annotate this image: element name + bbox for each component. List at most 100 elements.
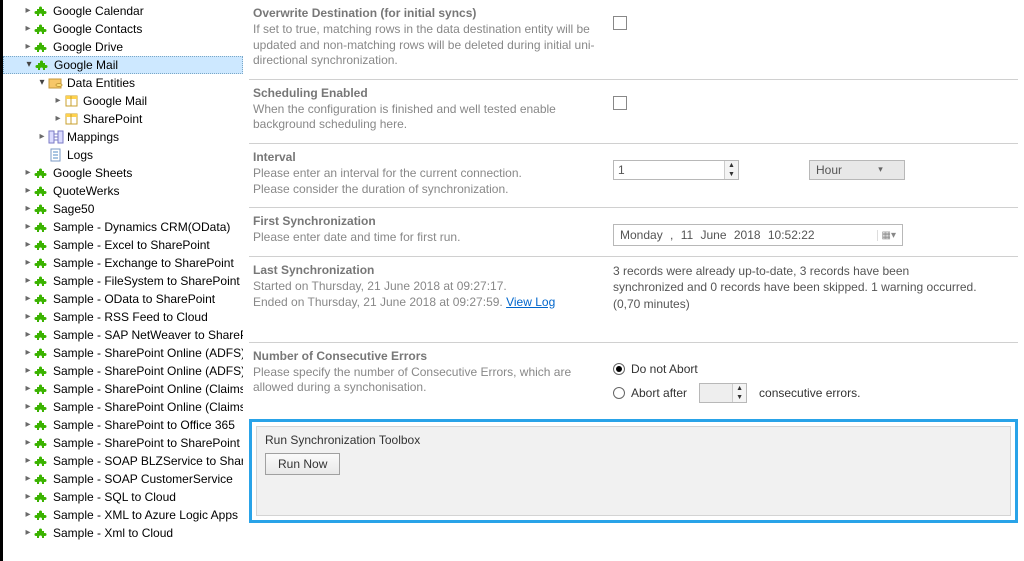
puzzle-icon (33, 237, 51, 253)
puzzle-icon (33, 525, 51, 541)
chevron-right-icon[interactable] (23, 186, 33, 196)
abort-after-field[interactable] (700, 384, 732, 402)
chevron-right-icon[interactable] (23, 6, 33, 16)
radio-icon[interactable] (613, 387, 625, 399)
interval-unit-select[interactable]: Hour ▾ (809, 160, 905, 180)
chevron-right-icon[interactable] (53, 114, 63, 124)
node-label: Sample - Exchange to SharePoint (51, 256, 234, 270)
section-title: First Synchronization (253, 214, 613, 228)
node-sample[interactable]: Sample - SharePoint Online (ADFS) (3, 344, 243, 362)
node-label: Sample - SharePoint to SharePoint (51, 436, 240, 450)
chevron-right-icon[interactable] (23, 276, 33, 286)
interval-value-input[interactable]: ▲▼ (613, 160, 739, 180)
view-log-link[interactable]: View Log (506, 295, 555, 309)
node-sample[interactable]: Sample - Excel to SharePoint (3, 236, 243, 254)
section-overwrite: Overwrite Destination (for initial syncs… (249, 0, 1018, 79)
node-label: Sample - RSS Feed to Cloud (51, 310, 208, 324)
chevron-right-icon[interactable] (23, 258, 33, 268)
chevron-right-icon[interactable] (23, 528, 33, 538)
node-sample[interactable]: Sample - SharePoint Online (Claims) (3, 380, 243, 398)
node-logs[interactable]: Logs (3, 146, 243, 164)
chevron-down-icon[interactable] (37, 78, 47, 88)
interval-value-field[interactable] (614, 161, 724, 179)
node-sample[interactable]: Sample - SharePoint to Office 365 (3, 416, 243, 434)
node-label: Sample - SharePoint to Office 365 (51, 418, 235, 432)
chevron-right-icon[interactable] (23, 402, 33, 412)
node-google-contacts[interactable]: Google Contacts (3, 20, 243, 38)
node-google-calendar[interactable]: Google Calendar (3, 2, 243, 20)
radio-icon[interactable] (613, 363, 625, 375)
node-label: QuoteWerks (51, 184, 119, 198)
node-google-drive[interactable]: Google Drive (3, 38, 243, 56)
node-label: Mappings (65, 130, 119, 144)
chevron-right-icon[interactable] (23, 168, 33, 178)
overwrite-checkbox[interactable] (613, 16, 627, 30)
node-sample[interactable]: Sample - SharePoint Online (ADFS) (3, 362, 243, 380)
node-google-sheets[interactable]: Google Sheets (3, 164, 243, 182)
node-sample[interactable]: Sample - RSS Feed to Cloud (3, 308, 243, 326)
toolbox-title: Run Synchronization Toolbox (265, 433, 1002, 447)
node-sample[interactable]: Sample - SOAP BLZService to SharePoint (3, 452, 243, 470)
node-sample[interactable]: Sample - XML to Azure Logic Apps (3, 506, 243, 524)
node-entity-sharepoint[interactable]: SharePoint (3, 110, 243, 128)
node-sample[interactable]: Sample - Exchange to SharePoint (3, 254, 243, 272)
chevron-right-icon[interactable] (23, 24, 33, 34)
node-mappings[interactable]: Mappings (3, 128, 243, 146)
radio-do-not-abort[interactable]: Do not Abort (613, 359, 698, 379)
chevron-right-icon[interactable] (23, 240, 33, 250)
chevron-right-icon[interactable] (23, 366, 33, 376)
node-sage50[interactable]: Sage50 (3, 200, 243, 218)
node-quotewerks[interactable]: QuoteWerks (3, 182, 243, 200)
chevron-right-icon[interactable] (23, 222, 33, 232)
chevron-right-icon[interactable] (53, 96, 63, 106)
node-sample[interactable]: Sample - SAP NetWeaver to SharePoint (3, 326, 243, 344)
spinner-arrows[interactable]: ▲▼ (732, 384, 746, 402)
last-sync-started: Started on Thursday, 21 June 2018 at 09:… (253, 279, 613, 295)
radio-label: Abort after (631, 386, 687, 400)
node-entity-google-mail[interactable]: Google Mail (3, 92, 243, 110)
radio-label: Do not Abort (631, 362, 698, 376)
spinner-arrows[interactable]: ▲▼ (724, 161, 738, 179)
section-scheduling: Scheduling Enabled When the configuratio… (249, 79, 1018, 143)
run-now-button[interactable]: Run Now (265, 453, 340, 475)
radio-abort-after[interactable]: Abort after ▲▼ consecutive errors. (613, 383, 860, 403)
first-sync-datetime[interactable]: Monday , 11 June 2018 10:52:22 ▦▾ (613, 224, 903, 246)
node-label: Sample - SAP NetWeaver to SharePoint (51, 328, 243, 342)
chevron-right-icon[interactable] (23, 420, 33, 430)
chevron-right-icon[interactable] (23, 294, 33, 304)
chevron-right-icon[interactable] (23, 438, 33, 448)
scheduling-checkbox[interactable] (613, 96, 627, 110)
chevron-right-icon[interactable] (23, 492, 33, 502)
chevron-right-icon[interactable] (23, 510, 33, 520)
run-toolbox: Run Synchronization Toolbox Run Now (256, 426, 1011, 516)
chevron-right-icon[interactable] (23, 330, 33, 340)
chevron-right-icon[interactable] (23, 204, 33, 214)
node-label: Google Drive (51, 40, 123, 54)
puzzle-icon (33, 201, 51, 217)
node-data-entities[interactable]: Data Entities (3, 74, 243, 92)
node-sample[interactable]: Sample - SharePoint Online (Claims) (3, 398, 243, 416)
chevron-right-icon[interactable] (23, 348, 33, 358)
node-sample[interactable]: Sample - Dynamics CRM(OData) (3, 218, 243, 236)
section-consecutive-errors: Number of Consecutive Errors Please spec… (249, 342, 1018, 413)
node-label: Sample - SharePoint Online (Claims) (51, 382, 243, 396)
node-sample[interactable]: Sample - OData to SharePoint (3, 290, 243, 308)
puzzle-icon (33, 291, 51, 307)
chevron-down-icon[interactable] (24, 60, 34, 70)
chevron-right-icon[interactable] (23, 456, 33, 466)
chevron-right-icon[interactable] (23, 312, 33, 322)
node-sample[interactable]: Sample - Xml to Cloud (3, 524, 243, 542)
section-title: Interval (253, 150, 613, 164)
node-google-mail[interactable]: Google Mail (3, 56, 243, 74)
node-sample[interactable]: Sample - FileSystem to SharePoint (3, 272, 243, 290)
chevron-right-icon[interactable] (23, 384, 33, 394)
chevron-right-icon[interactable] (23, 42, 33, 52)
chevron-right-icon[interactable] (37, 132, 47, 142)
node-sample[interactable]: Sample - SQL to Cloud (3, 488, 243, 506)
table-icon (63, 111, 81, 127)
node-sample[interactable]: Sample - SOAP CustomerService (3, 470, 243, 488)
chevron-right-icon[interactable] (23, 474, 33, 484)
abort-after-count[interactable]: ▲▼ (699, 383, 747, 403)
node-sample[interactable]: Sample - SharePoint to SharePoint (3, 434, 243, 452)
calendar-icon[interactable]: ▦▾ (877, 230, 896, 241)
